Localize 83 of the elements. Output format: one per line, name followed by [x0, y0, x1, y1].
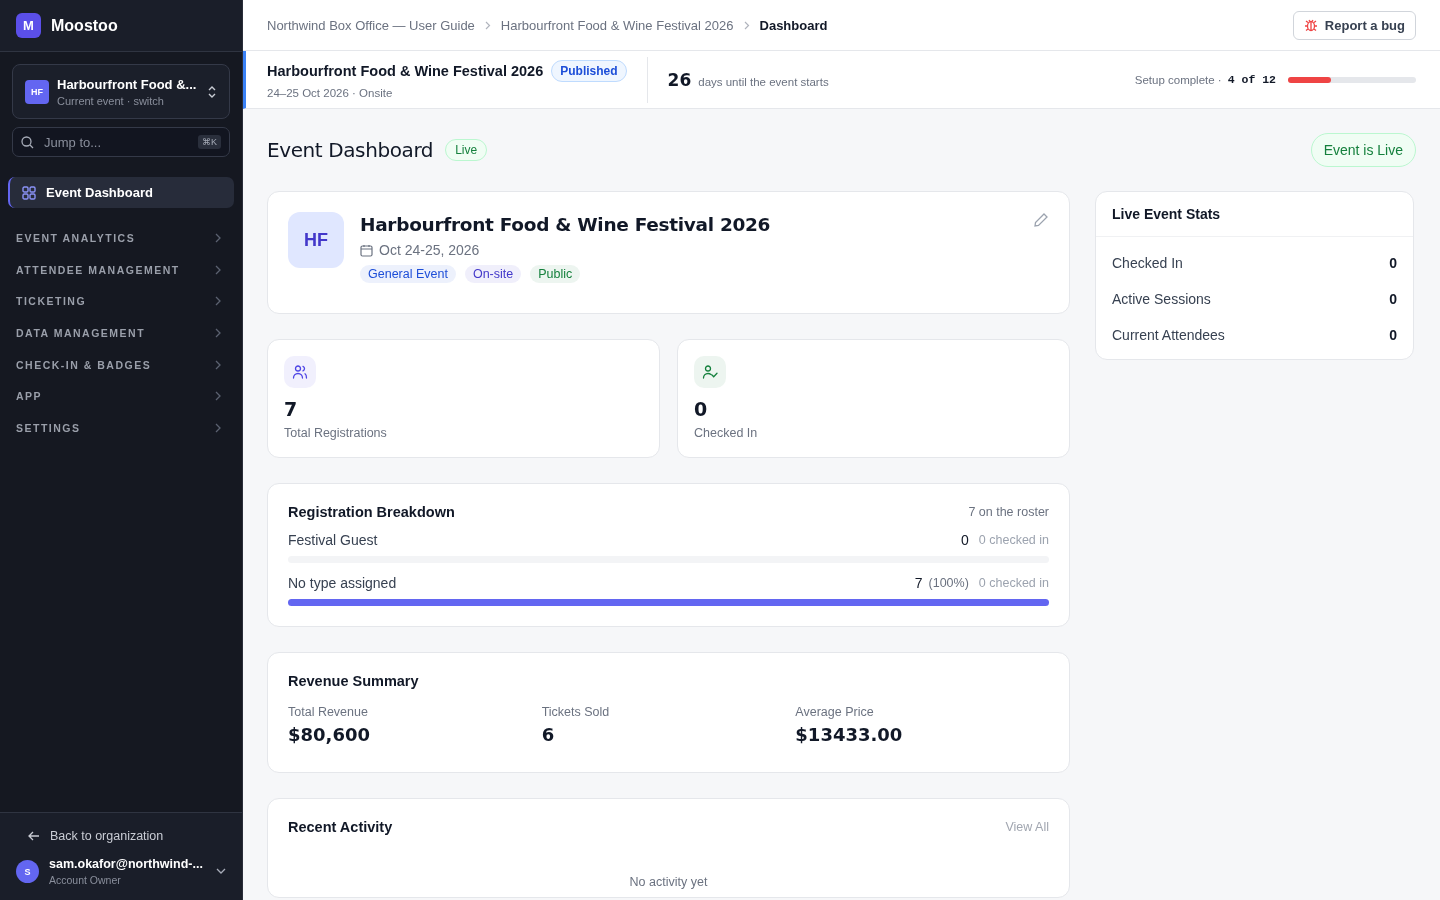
live-stat-value: 0	[1389, 291, 1397, 307]
event-title: Harbourfront Food & Wine Festival 2026	[267, 63, 544, 79]
live-stat-value: 0	[1389, 255, 1397, 271]
chevron-up-down-icon	[207, 84, 217, 99]
event-tag: On-site	[464, 265, 522, 283]
breadcrumb-link[interactable]: Harbourfront Food & Wine Festival 2026	[500, 17, 734, 33]
ticket-type-name: Festival Guest	[288, 532, 378, 548]
brand-name: Moostoo	[51, 16, 118, 35]
stat-value: 7	[284, 398, 298, 420]
chevron-right-icon	[214, 296, 222, 307]
checked-in-count: 0 checked in	[978, 576, 1049, 590]
chevron-right-icon	[214, 391, 222, 402]
event-initials: HF	[288, 212, 344, 268]
percent-label: (100%)	[928, 576, 969, 590]
page-title: Event Dashboard	[267, 138, 434, 162]
revenue-value: $13433.00	[795, 724, 904, 745]
card-title: Live Event Stats	[1112, 206, 1221, 222]
search-field[interactable]: Jump to...	[42, 133, 190, 151]
status-badge: Published	[551, 60, 627, 82]
chevron-right-icon	[214, 327, 222, 338]
registration-count: 7	[914, 575, 923, 591]
user-role: Account Owner	[49, 874, 122, 886]
nav-item[interactable]: Event Dashboard	[8, 177, 234, 208]
grid-icon	[22, 185, 36, 200]
nav-section[interactable]: APP	[16, 390, 43, 403]
event-switcher[interactable]: HF Harbourfront Food &... Current event · switch	[12, 64, 230, 119]
empty-message: No activity yet	[628, 875, 709, 889]
checked-in-count: 0 checked in	[978, 533, 1049, 547]
chevron-right-icon	[743, 20, 750, 30]
event-name: Harbourfront Food & Wine Festival 2026	[360, 214, 771, 235]
stat-label: Total Registrations	[284, 426, 387, 440]
bug-icon	[1303, 18, 1318, 32]
chevron-right-icon	[214, 359, 222, 370]
live-stat-label: Current Attendees	[1112, 327, 1225, 343]
revenue-label: Average Price	[795, 705, 875, 719]
event-live-button[interactable]: Event is Live	[1310, 133, 1416, 167]
event-date: Oct 24-25, 2026	[379, 242, 480, 258]
card-title: Recent Activity	[288, 819, 393, 835]
card-title: Registration Breakdown	[288, 504, 455, 520]
live-stat-label: Active Sessions	[1112, 291, 1211, 307]
search-box[interactable]: Jump to... ⌘K	[12, 127, 230, 157]
shortcut-hint: ⌘K	[198, 135, 221, 149]
event-tag: Public	[530, 265, 581, 283]
arrow-left-icon	[28, 831, 40, 841]
ticket-type-name: No type assigned	[288, 575, 397, 591]
setup-count: 4 of 12	[1227, 73, 1276, 86]
revenue-value: 6	[541, 724, 556, 745]
nav-section[interactable]: EVENT ANALYTICS	[16, 231, 136, 244]
card-title: Revenue Summary	[288, 673, 420, 689]
chevron-right-icon	[214, 422, 222, 433]
setup-label: Setup complete ·	[1134, 73, 1222, 86]
report-bug-button[interactable]: Report a bug	[1292, 10, 1416, 40]
back-link[interactable]: Back to organization	[16, 829, 226, 843]
chevron-right-icon	[484, 20, 491, 30]
nav-section[interactable]: SETTINGS	[16, 421, 81, 434]
nav-section[interactable]: DATA MANAGEMENT	[16, 326, 146, 339]
live-badge: Live	[445, 139, 488, 161]
user-avatar: S	[16, 860, 39, 883]
live-stat-value: 0	[1389, 327, 1397, 343]
chevron-down-icon[interactable]	[216, 868, 226, 875]
calendar-icon	[360, 243, 373, 257]
revenue-value: $80,600	[288, 724, 371, 745]
roster-count: 7 on the roster	[968, 505, 1049, 519]
breadcrumb-link[interactable]: Northwind Box Office — User Guide	[267, 17, 475, 33]
nav-section[interactable]: ATTENDEE MANAGEMENT	[16, 263, 180, 276]
revenue-label: Tickets Sold	[541, 705, 611, 719]
event-subtitle: 24–25 Oct 2026 · Onsite	[267, 87, 394, 99]
chevron-right-icon	[214, 264, 222, 275]
live-stat-label: Checked In	[1112, 255, 1183, 271]
event-tag: General Event	[360, 265, 456, 283]
stat-label: Checked In	[694, 426, 758, 440]
breadcrumb-link[interactable]: Dashboard	[759, 17, 828, 33]
user-email: sam.okafor@northwind-...	[49, 857, 204, 871]
search-icon	[21, 135, 34, 149]
stat-value: 0	[694, 398, 708, 420]
registration-count: 0	[961, 532, 969, 548]
brand-logo: M	[16, 13, 41, 38]
nav-section[interactable]: CHECK-IN & BADGES	[16, 358, 152, 371]
countdown-number: 26	[667, 69, 692, 90]
chevron-right-icon	[214, 232, 222, 243]
nav-section[interactable]: TICKETING	[16, 295, 87, 308]
revenue-label: Total Revenue	[288, 705, 369, 719]
countdown-label: days until the event starts	[698, 75, 829, 88]
